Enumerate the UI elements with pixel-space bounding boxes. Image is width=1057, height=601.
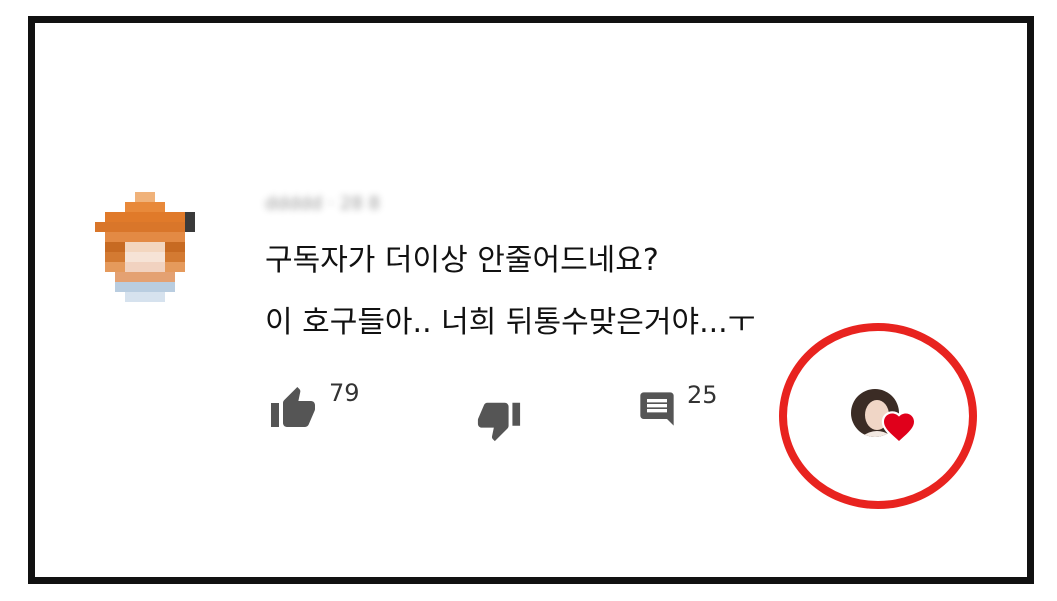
thumbs-up-icon [271,387,315,427]
comment-text-line-2: 이 호구들아.. 너희 뒤통수맞은거야...ㅜ [265,305,756,340]
comment-text-line-1: 구독자가 더이상 안줄어드네요? [265,243,659,278]
reply-button[interactable]: 25 [637,381,718,431]
comment-time: 28 8 [339,192,380,214]
like-count: 79 [329,379,360,407]
reply-count: 25 [687,381,718,409]
author-name[interactable]: ddddd [265,193,322,214]
like-button[interactable]: 79 [267,379,360,433]
comment-meta: ddddd · 28 8 [265,191,380,215]
dislike-button[interactable] [475,397,523,443]
highlight-circle-annotation [779,323,977,509]
commenter-avatar[interactable] [95,191,205,313]
screenshot-frame: ddddd · 28 8 구독자가 더이상 안줄어드네요? 이 호구들아.. 너… [28,16,1034,584]
comment-icon [640,392,674,426]
meta-separator: · [328,192,334,214]
thumbs-down-icon [477,402,521,442]
